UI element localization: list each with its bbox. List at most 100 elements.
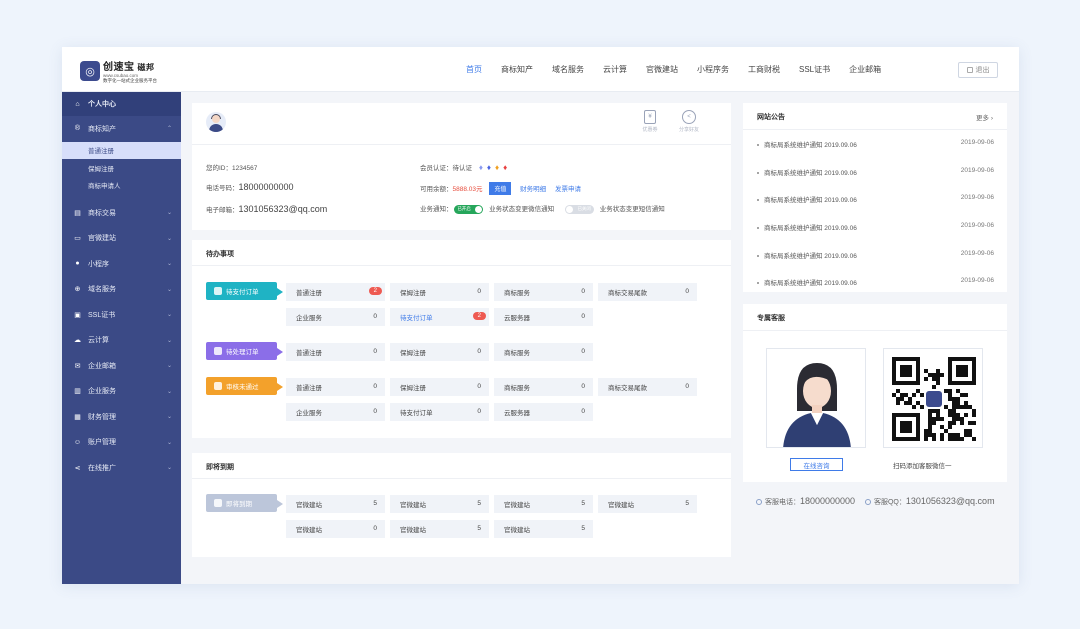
sidebar-item-trademark[interactable]: ® 商标知产 ⌃ [62, 116, 181, 142]
online-consult-button[interactable]: 在线咨询 [790, 458, 843, 471]
notice-item[interactable]: 商标局系统维护通知 2019.09.06 2019-09-06 [757, 167, 994, 177]
phone-value: 18000000000 [238, 182, 294, 192]
todo-cell[interactable]: 商标服务 0 [494, 343, 593, 361]
avatar[interactable] [206, 112, 226, 132]
sidebar-subitem-nanny-register[interactable]: 保姆注册 [62, 159, 181, 177]
todo-cell[interactable]: 企业服务 0 [286, 308, 385, 326]
todo-cell[interactable]: 保姆注册 0 [390, 343, 489, 361]
chevron-down-icon: ⌄ [166, 235, 172, 242]
tag-pending-process[interactable]: 待处理订单 [206, 342, 283, 360]
todo-cell[interactable]: 待支付订单 2 [390, 308, 489, 326]
expiry-cell[interactable]: 官微建站 0 [286, 520, 385, 538]
phone-icon [756, 499, 762, 506]
finance-detail-link[interactable]: 财务明细 [520, 186, 546, 193]
chevron-down-icon: ⌄ [166, 439, 172, 446]
notice-more-link[interactable]: 更多 › [976, 112, 993, 122]
todo-cell[interactable]: 商标交易尾款 0 [598, 283, 697, 301]
expiry-cell[interactable]: 官微建站 5 [598, 495, 697, 513]
logout-label: 退出 [975, 67, 990, 74]
expiry-cell[interactable]: 官微建站 5 [494, 495, 593, 513]
tag-review-failed[interactable]: 审核未通过 [206, 377, 283, 395]
notice-item[interactable]: 商标局系统维护通知 2019.09.06 2019-09-06 [757, 222, 994, 232]
notice-item[interactable]: 商标局系统维护通知 2019.09.06 2019-09-06 [757, 277, 994, 287]
notice-item[interactable]: 商标局系统维护通知 2019.09.06 2019-09-06 [757, 194, 994, 204]
sms-notify-toggle[interactable]: 已关闭 [564, 204, 594, 214]
tag-pending-payment[interactable]: 待支付订单 [206, 282, 283, 300]
calendar-icon [214, 499, 222, 507]
recharge-button[interactable]: 充值 [489, 182, 512, 195]
todo-cell[interactable]: 待支付订单 0 [390, 403, 489, 421]
home-icon: ⌂ [75, 100, 80, 108]
notice-text: 商标局系统维护通知 2019.09.06 [764, 142, 857, 149]
sidebar-item-label: 小程序 [88, 260, 109, 268]
expiry-cell[interactable]: 官微建站 5 [494, 520, 593, 538]
nav-business-tax[interactable]: 工商财税 [748, 64, 780, 75]
sidebar-item-label: 商标知产 [88, 125, 116, 133]
miniprogram-icon: ● [75, 260, 80, 268]
contact-line: 客服电话：18000000000 客服QQ：1301056323@qq.com [756, 496, 995, 507]
cell-count: 0 [581, 348, 585, 355]
expiry-cell[interactable]: 官微建站 5 [390, 520, 489, 538]
sidebar-item-trademark-trade[interactable]: ▤ 商标交易 ⌄ [62, 200, 181, 226]
todo-cell[interactable]: 普通注册 0 [286, 343, 385, 361]
todo-cell[interactable]: 普通注册 2 [286, 283, 385, 301]
notify-row: 业务通知： 已开启 业务状态变更微信通知 已关闭 业务状态变更短信通知 [420, 203, 665, 214]
todo-cell[interactable]: 商标服务 0 [494, 378, 593, 396]
sidebar-item-label: 官微建站 [88, 235, 116, 243]
nav-home[interactable]: 首页 [466, 64, 482, 75]
sidebar-item-domain[interactable]: ⊕ 域名服务 ⌄ [62, 277, 181, 303]
count-badge: 2 [472, 312, 486, 320]
notice-item[interactable]: 商标局系统维护通知 2019.09.06 2019-09-06 [757, 250, 994, 260]
nav-domain[interactable]: 域名服务 [552, 64, 584, 75]
nav-email[interactable]: 企业邮箱 [849, 64, 881, 75]
invoice-apply-link[interactable]: 发票申请 [555, 186, 581, 193]
cell-count: 0 [581, 408, 585, 415]
sidebar-item-email[interactable]: ✉ 企业邮箱 ⌄ [62, 353, 181, 379]
todo-cell[interactable]: 云服务器 0 [494, 403, 593, 421]
nav-ssl[interactable]: SSL证书 [799, 64, 830, 75]
sidebar-subitem-applicant[interactable]: 商标申请人 [62, 177, 181, 195]
notice-item[interactable]: 商标局系统维护通知 2019.09.06 2019-09-06 [757, 139, 994, 149]
cell-name: 商标交易尾款 [608, 385, 647, 392]
sidebar-item-account[interactable]: ☺ 账户管理 ⌄ [62, 430, 181, 456]
nav-trademark[interactable]: 商标知产 [501, 64, 533, 75]
tag-expiring[interactable]: 即将到期 [206, 494, 283, 512]
sidebar-item-cloud[interactable]: ☁ 云计算 ⌄ [62, 328, 181, 354]
cell-name: 普通注册 [296, 290, 322, 297]
nav-cloud[interactable]: 云计算 [603, 64, 627, 75]
service-title: 专属客服 [757, 315, 785, 322]
sidebar-subitem-normal-register[interactable]: 普通注册 [62, 141, 181, 159]
cell-name: 企业服务 [296, 410, 322, 417]
todo-cell[interactable]: 企业服务 0 [286, 403, 385, 421]
todo-cell[interactable]: 保姆注册 0 [390, 283, 489, 301]
cell-name: 保姆注册 [400, 350, 426, 357]
cell-count: 0 [477, 288, 481, 295]
cell-name: 官微建站 [608, 502, 634, 509]
logout-button[interactable]: 退出 [958, 62, 998, 78]
sidebar-item-finance[interactable]: ▦ 财务管理 ⌄ [62, 404, 181, 430]
sidebar-item-personal-center[interactable]: ⌂ 个人中心 [62, 92, 181, 116]
sidebar-item-website[interactable]: ▭ 官微建站 ⌄ [62, 226, 181, 252]
brand-logo[interactable]: ◎ 创速宝 磁邦 www.csubao.com 数字化一站式企业服务平台 [80, 58, 157, 84]
sidebar-item-promotion[interactable]: ⋖ 在线推广 ⌄ [62, 455, 181, 481]
expiry-cell[interactable]: 官微建站 5 [286, 495, 385, 513]
sidebar: ⌂ 个人中心 ® 商标知产 ⌃ 普通注册 保姆注册 商标申请人 ▤ 商标交易 ⌄… [62, 92, 181, 584]
todo-cell[interactable]: 商标交易尾款 0 [598, 378, 697, 396]
sidebar-item-label: 账户管理 [88, 439, 116, 447]
sidebar-item-ssl[interactable]: ▣ SSL证书 ⌄ [62, 302, 181, 328]
notice-text: 商标局系统维护通知 2019.09.06 [764, 280, 857, 287]
todo-cell[interactable]: 保姆注册 0 [390, 378, 489, 396]
sidebar-item-miniprogram[interactable]: ● 小程序 ⌄ [62, 251, 181, 277]
cell-name: 官微建站 [296, 527, 322, 534]
tag-label: 待处理订单 [226, 349, 259, 356]
expiry-cell[interactable]: 官微建站 5 [390, 495, 489, 513]
todo-cell[interactable]: 普通注册 0 [286, 378, 385, 396]
wechat-notify-toggle[interactable]: 已开启 [454, 204, 484, 214]
coupon-button[interactable]: ¥ 优惠券 [635, 110, 665, 133]
todo-cell[interactable]: 云服务器 0 [494, 308, 593, 326]
share-friend-button[interactable]: < 分享好友 [674, 110, 704, 133]
nav-miniprogram[interactable]: 小程序务 [697, 64, 729, 75]
todo-cell[interactable]: 商标服务 0 [494, 283, 593, 301]
nav-website[interactable]: 官微建站 [646, 64, 678, 75]
sidebar-item-enterprise[interactable]: ▥ 企业服务 ⌄ [62, 379, 181, 405]
